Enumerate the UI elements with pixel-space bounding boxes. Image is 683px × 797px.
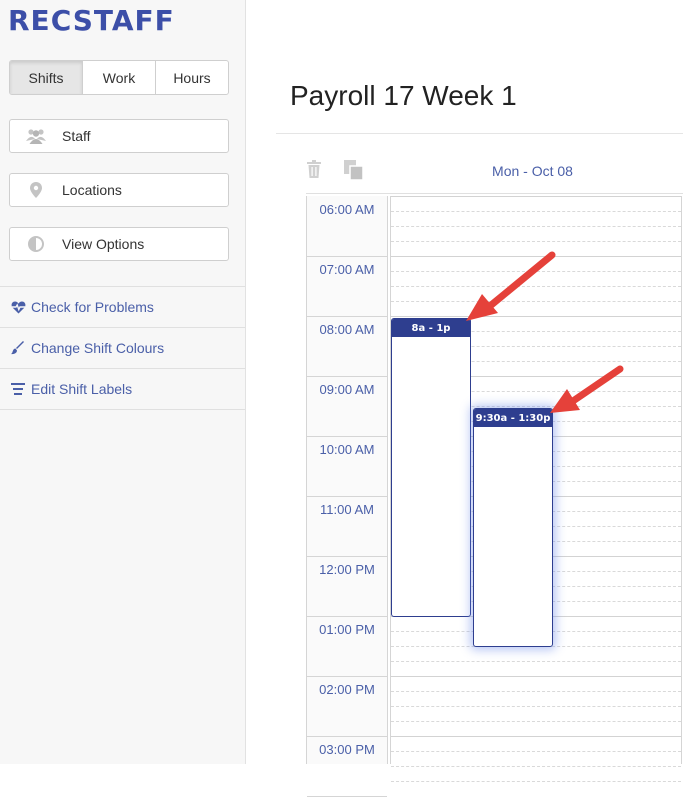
annotation-arrow: [550, 365, 624, 413]
quarter-gridline: [391, 781, 681, 782]
annotation-arrows: [466, 251, 624, 413]
annotation-arrow: [466, 251, 556, 321]
quarter-gridline: [391, 766, 681, 767]
